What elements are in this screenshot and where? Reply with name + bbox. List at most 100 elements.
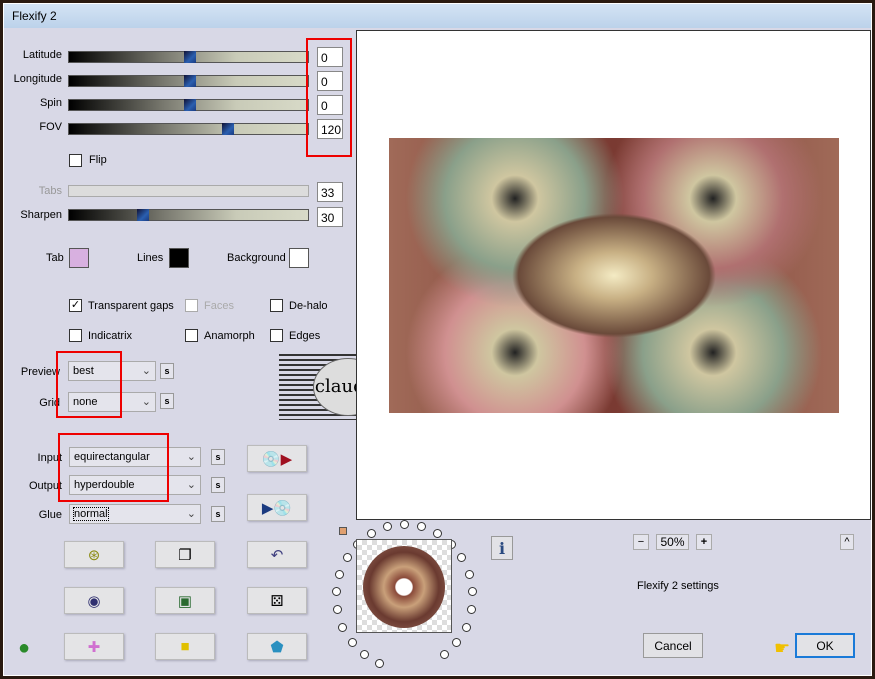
rotation-dot[interactable]: [457, 553, 467, 563]
sharpen-slider-thumb[interactable]: [137, 209, 149, 221]
torus-thumbnail: [363, 546, 445, 628]
rotation-dot[interactable]: [464, 569, 474, 579]
sphere-to-output-button[interactable]: 💿▶: [247, 445, 307, 472]
thumbnail-view[interactable]: [356, 539, 452, 633]
tabs-label: Tabs: [38, 185, 62, 197]
title-bar: Flexify 2: [4, 4, 871, 28]
glue-save-button[interactable]: s: [211, 506, 225, 522]
rotation-dot[interactable]: [432, 528, 442, 538]
rotation-dot[interactable]: [466, 605, 476, 615]
status-text: Flexify 2 settings: [637, 580, 719, 592]
info-button[interactable]: i: [491, 536, 513, 560]
brick-icon: ■: [180, 638, 190, 655]
rotation-dot[interactable]: [333, 605, 343, 615]
chevron-down-icon: ⌄: [141, 365, 151, 377]
spin-slider-thumb[interactable]: [183, 99, 196, 111]
rotation-dot[interactable]: [342, 553, 352, 563]
copy-button[interactable]: ❐: [155, 541, 215, 568]
highlight-box: [58, 433, 169, 502]
anamorph-checkbox[interactable]: [185, 329, 198, 342]
longitude-slider-thumb[interactable]: [183, 75, 196, 87]
chevron-down-icon: ⌄: [186, 508, 196, 520]
pentagon-button[interactable]: ⬟: [247, 633, 307, 660]
rotation-dot[interactable]: [467, 587, 477, 597]
grid-label: Grid: [39, 397, 60, 409]
glue-select[interactable]: normal ⌄: [69, 504, 201, 524]
zoom-in-button[interactable]: +: [696, 534, 712, 550]
glue-value: normal: [73, 507, 109, 521]
grid-save-button[interactable]: s: [160, 393, 174, 409]
fov-slider[interactable]: [68, 123, 309, 135]
chevron-down-icon: ⌄: [186, 479, 196, 491]
edges-label: Edges: [289, 330, 321, 342]
indicatrix-checkbox[interactable]: [69, 329, 82, 342]
rotation-dot[interactable]: [439, 650, 449, 660]
rotation-dot[interactable]: [383, 522, 393, 532]
faces-label: Faces: [204, 300, 234, 312]
spin-slider[interactable]: [68, 99, 309, 111]
rotation-dot[interactable]: [461, 622, 471, 632]
input-save-button[interactable]: s: [211, 449, 225, 465]
flip-label: Flip: [89, 154, 107, 166]
rotation-dot[interactable]: [400, 520, 409, 529]
disc-arrow-icon: 💿▶: [261, 450, 293, 468]
background-color-label: Background: [227, 252, 286, 264]
rotation-dot[interactable]: [360, 650, 370, 660]
output-save-button[interactable]: s: [211, 477, 225, 493]
latitude-slider[interactable]: [68, 51, 309, 63]
torus-button[interactable]: ◉: [64, 587, 124, 614]
rotation-dot[interactable]: [374, 658, 384, 668]
preview-image: [389, 138, 839, 413]
tab-color-label: Tab: [46, 252, 64, 264]
transparent-gaps-checkbox[interactable]: ✓: [69, 299, 82, 312]
sharpen-label: Sharpen: [20, 209, 62, 221]
random-button[interactable]: ⚄: [247, 587, 307, 614]
flip-checkbox[interactable]: [69, 154, 82, 167]
spin-label: Spin: [39, 97, 62, 109]
longitude-label: Longitude: [13, 73, 62, 85]
edges-checkbox[interactable]: [270, 329, 283, 342]
copy-icon: ❐: [178, 546, 192, 564]
brick-button[interactable]: ■: [155, 633, 215, 660]
square-frame-icon: ▣: [177, 592, 193, 610]
randomize-settings-button[interactable]: ⊛: [64, 541, 124, 568]
tabs-value-input[interactable]: 33: [317, 182, 343, 202]
preview-label: Preview: [20, 366, 60, 378]
sharpen-slider[interactable]: [68, 209, 309, 221]
output-label: Output: [28, 480, 62, 492]
fov-label: FOV: [39, 121, 62, 133]
zoom-out-button[interactable]: −: [633, 534, 649, 550]
fov-slider-thumb[interactable]: [222, 123, 235, 135]
arrow-disc-icon: ▶💿: [261, 499, 293, 517]
undo-button[interactable]: ↶: [247, 541, 307, 568]
output-to-sphere-button[interactable]: ▶💿: [247, 494, 307, 521]
cancel-button[interactable]: Cancel: [643, 633, 703, 658]
highlight-box: [306, 38, 352, 157]
longitude-slider[interactable]: [68, 75, 309, 87]
ok-button[interactable]: OK: [795, 633, 855, 658]
faces-checkbox: [185, 299, 198, 312]
lines-color-swatch[interactable]: [169, 248, 189, 268]
tab-color-swatch[interactable]: [69, 248, 89, 268]
preview-save-button[interactable]: s: [160, 363, 174, 379]
rotation-dot[interactable]: [338, 622, 348, 632]
chevron-down-icon: ⌄: [186, 451, 196, 463]
rotation-dot[interactable]: [416, 522, 426, 532]
latitude-slider-thumb[interactable]: [183, 51, 196, 63]
thumbnail-handle[interactable]: [339, 527, 347, 535]
rotation-dot[interactable]: [452, 637, 462, 647]
pentagon-icon: ⬟: [270, 638, 284, 656]
preview-pane[interactable]: [356, 30, 871, 520]
rotation-dot[interactable]: [335, 569, 345, 579]
rotation-dot[interactable]: [332, 587, 342, 597]
rotation-dot[interactable]: [367, 528, 377, 538]
cross-button[interactable]: ✚: [64, 633, 124, 660]
sharpen-value-input[interactable]: 30: [317, 207, 343, 227]
de-halo-checkbox[interactable]: [270, 299, 283, 312]
rotation-dot[interactable]: [347, 637, 357, 647]
chevron-down-icon: ⌄: [141, 396, 151, 408]
pointing-hand-icon: ☛: [774, 638, 791, 658]
collapse-button[interactable]: ^: [840, 534, 854, 550]
frame-button[interactable]: ▣: [155, 587, 215, 614]
background-color-swatch[interactable]: [289, 248, 309, 268]
